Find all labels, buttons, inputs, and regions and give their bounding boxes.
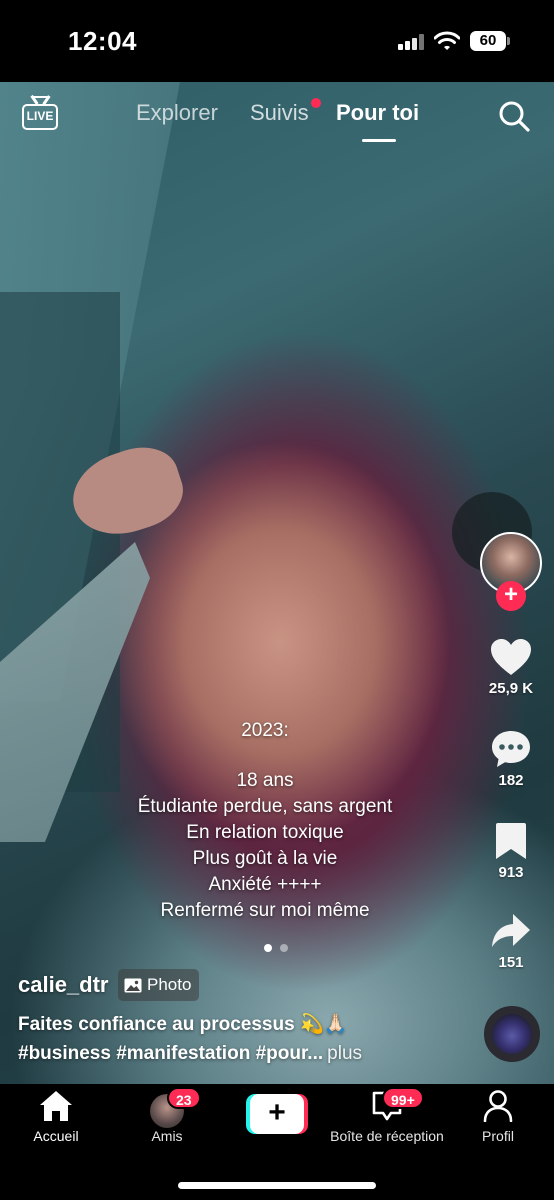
create-button[interactable]: +	[246, 1094, 308, 1134]
like-button[interactable]: 25,9 K	[474, 638, 548, 697]
wifi-icon	[434, 31, 460, 50]
share-button[interactable]: 151	[474, 912, 548, 971]
tab-suivis[interactable]: Suivis	[250, 100, 309, 126]
post-username[interactable]: calie_dtr	[18, 972, 109, 998]
friends-badge: 23	[167, 1087, 201, 1109]
suivis-notification-dot	[311, 98, 321, 108]
nav-inbox-label: Boîte de réception	[330, 1128, 444, 1144]
overlay-line: Étudiante perdue, sans argent	[137, 796, 393, 817]
battery-cap	[507, 37, 510, 45]
heart-icon	[491, 639, 531, 675]
image-icon	[124, 978, 142, 992]
active-tab-indicator	[362, 139, 396, 142]
profile-icon	[483, 1090, 513, 1122]
nav-profile[interactable]: Profil	[472, 1090, 524, 1144]
music-disc[interactable]	[484, 1006, 540, 1062]
plus-icon: +	[250, 1094, 304, 1134]
photo-badge: Photo	[118, 969, 200, 1001]
status-bar: 12:04 60	[0, 0, 554, 82]
overlay-year: 2023:	[241, 720, 289, 741]
save-count: 913	[498, 864, 524, 881]
home-icon	[40, 1091, 72, 1121]
tab-pour-toi[interactable]: Pour toi	[336, 100, 419, 126]
photo-badge-label: Photo	[147, 975, 192, 994]
overlay-line: Renfermé sur moi même	[160, 900, 370, 921]
comment-count: 182	[498, 772, 524, 789]
battery-level: 60	[470, 31, 506, 51]
share-icon	[492, 914, 530, 947]
carousel-dot	[280, 944, 288, 952]
cellular-signal-icon	[398, 34, 426, 50]
live-antenna	[32, 96, 48, 104]
nav-profile-label: Profil	[482, 1128, 514, 1144]
search-icon[interactable]	[498, 100, 530, 132]
see-more-link[interactable]: plus	[327, 1043, 362, 1064]
status-time: 12:04	[68, 26, 137, 56]
nav-home[interactable]: Accueil	[28, 1090, 84, 1144]
video-photo[interactable]	[0, 82, 554, 1084]
save-button[interactable]: 913	[474, 822, 548, 881]
bookmark-icon	[496, 823, 526, 859]
overlay-line: Anxiété ++++	[208, 874, 322, 895]
overlay-lines: 18 ans Étudiante perdue, sans argent En …	[20, 768, 510, 924]
inbox-badge: 99+	[382, 1087, 424, 1109]
comment-button[interactable]: 182	[474, 730, 548, 789]
post-hashtags[interactable]: #business #manifestation #pour... plus	[18, 1043, 362, 1065]
share-count: 151	[498, 954, 524, 971]
carousel-dots	[262, 944, 292, 954]
like-count: 25,9 K	[488, 680, 534, 697]
carousel-dot-active	[264, 944, 272, 952]
post-caption[interactable]: Faites confiance au processus 💫🙏🏻	[18, 1012, 347, 1036]
nav-home-label: Accueil	[33, 1128, 79, 1144]
overlay-line: 18 ans	[236, 770, 294, 791]
nav-friends[interactable]: Amis	[140, 1128, 194, 1144]
overlay-line: En relation toxique	[186, 822, 344, 843]
home-indicator[interactable]	[178, 1182, 376, 1189]
nav-friends-label: Amis	[151, 1128, 183, 1144]
overlay-line: Plus goût à la vie	[192, 848, 338, 869]
live-label: LIVE	[22, 104, 58, 130]
hashtags-text[interactable]: #business #manifestation #pour...	[18, 1043, 323, 1064]
comment-icon	[492, 731, 530, 767]
live-icon[interactable]: LIVE	[22, 96, 58, 132]
follow-button[interactable]: +	[496, 581, 526, 611]
tab-explorer[interactable]: Explorer	[136, 100, 218, 126]
